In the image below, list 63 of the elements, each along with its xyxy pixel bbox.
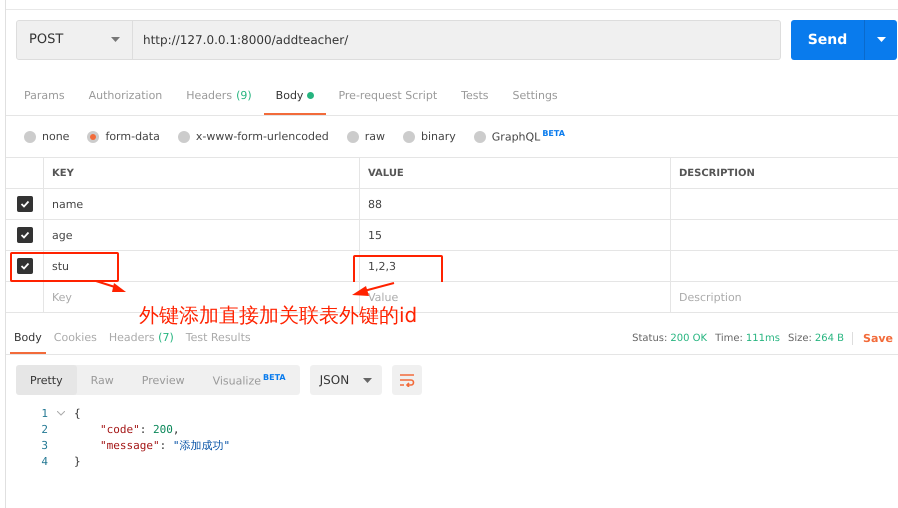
checkbox[interactable] [16, 258, 32, 274]
view-mode-button[interactable]: Pretty [16, 365, 77, 395]
request-tab[interactable]: Pre-request Script [326, 77, 450, 115]
request-tab[interactable]: Params [12, 77, 77, 115]
radio-label: none [42, 130, 70, 143]
format-dropdown[interactable]: JSON [310, 365, 382, 395]
status-dot-icon [307, 92, 314, 98]
method-dropdown[interactable]: POST [17, 20, 133, 58]
line-number: 1 [40, 406, 48, 420]
code-line: "message": "添加成功" [99, 438, 230, 452]
send-button[interactable]: Send [791, 20, 865, 60]
wrap-lines-button[interactable] [392, 365, 422, 395]
checkbox[interactable] [16, 196, 32, 212]
code-line: } [74, 454, 81, 468]
caret-icon [111, 37, 120, 42]
column-header: DESCRIPTION [671, 158, 898, 189]
checkbox[interactable] [16, 227, 32, 243]
request-tab[interactable]: Body [264, 77, 326, 115]
view-mode-button[interactable]: Preview [128, 365, 199, 395]
response-tab[interactable]: Cookies [50, 322, 101, 354]
radio-label: x-www-form-urlencoded [196, 130, 329, 143]
radio-button[interactable] [402, 130, 415, 142]
wrap-lines-icon [399, 373, 416, 387]
table-cell[interactable]: age [44, 220, 360, 251]
annotation-arrow [96, 280, 126, 292]
radio-button[interactable] [87, 130, 100, 142]
radio-button[interactable] [178, 130, 190, 142]
radio-label: GraphQL $^{BETA}$ [492, 129, 565, 144]
radio-label: raw [364, 130, 385, 143]
request-tab[interactable]: Tests [449, 77, 501, 115]
response-stat: Status: 200 OK [632, 332, 708, 344]
radio-label: binary [420, 130, 456, 143]
line-number: 4 [40, 454, 48, 468]
response-stat: Size: 264 B [788, 332, 844, 344]
caret-icon [363, 378, 372, 382]
line-number: 3 [40, 438, 48, 452]
table-cell[interactable]: name [44, 189, 360, 220]
view-mode-button[interactable]: Visualize $^{BETA}$ [198, 365, 300, 395]
request-tab[interactable]: Authorization [76, 77, 174, 115]
table-cell[interactable]: 15 [360, 220, 671, 251]
check-icon [20, 199, 30, 209]
radio-button[interactable] [346, 130, 359, 142]
column-header: VALUE [360, 158, 671, 189]
request-tab[interactable]: Settings [500, 77, 570, 115]
response-stat: Time: 111ms [715, 332, 780, 344]
check-icon [20, 230, 30, 240]
check-icon [20, 261, 30, 271]
caret-icon [876, 37, 886, 42]
send-options-button[interactable] [865, 20, 897, 60]
save-response-button[interactable]: Save [852, 332, 893, 344]
request-tab[interactable]: Headers (9) [174, 77, 264, 115]
code-line: "code": 200, [99, 422, 180, 436]
url-field[interactable]: http://127.0.0.1:8000/addteacher/ [133, 20, 780, 58]
response-tab[interactable]: Body [10, 322, 46, 354]
line-number: 2 [40, 422, 48, 436]
fold-chevron-icon[interactable] [57, 410, 65, 416]
radio-label: form-data [105, 130, 160, 143]
radio-button[interactable] [474, 130, 486, 142]
column-header: KEY [44, 158, 360, 189]
table-cell[interactable]: 88 [360, 189, 671, 220]
code-line: { [74, 406, 81, 420]
view-mode-button[interactable]: Raw [76, 365, 128, 395]
radio-button[interactable] [24, 130, 36, 142]
